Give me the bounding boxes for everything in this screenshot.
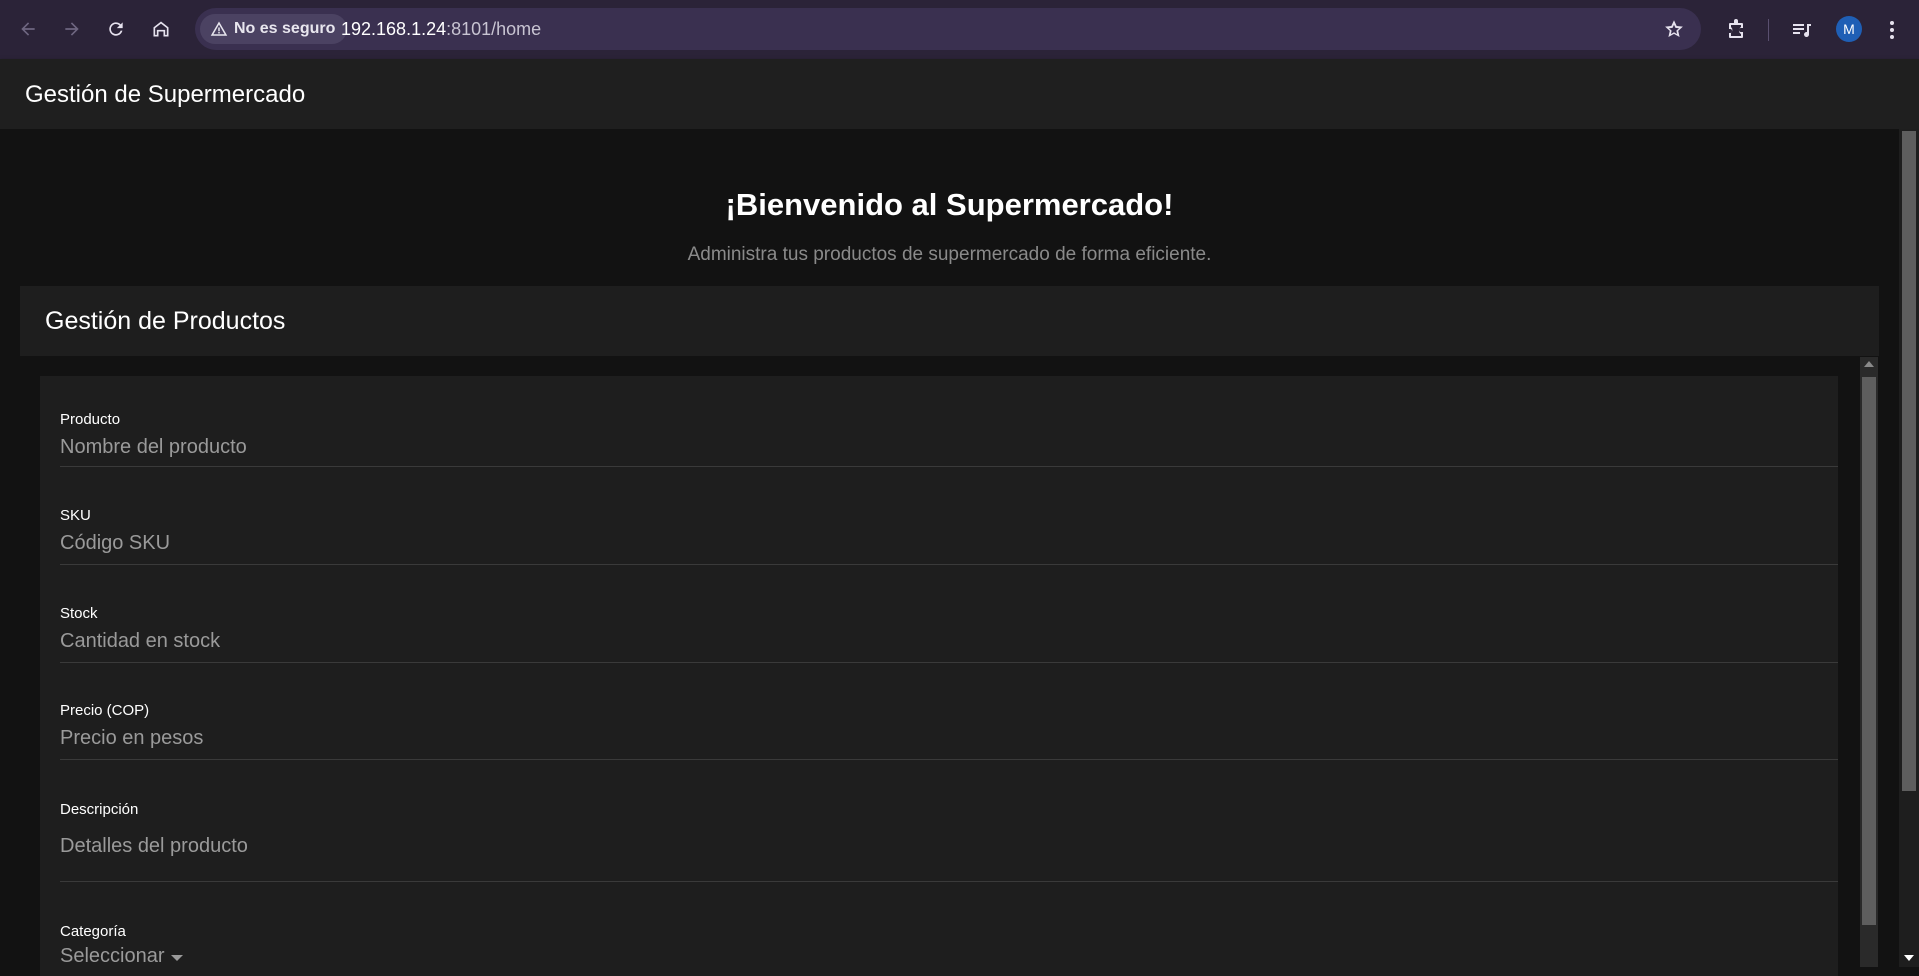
categoria-select[interactable]: Seleccionar: [60, 945, 183, 968]
form-scrollbar-thumb[interactable]: [1862, 377, 1876, 925]
form-scrollbar[interactable]: [1860, 357, 1878, 967]
field-precio: Precio (COP): [60, 663, 1838, 760]
scroll-up-arrow-icon[interactable]: [1864, 361, 1874, 367]
select-value: Seleccionar: [60, 945, 165, 967]
sku-input[interactable]: [60, 530, 1760, 556]
product-form: Producto SKU Stock Precio (COP) Descripc…: [40, 376, 1838, 976]
warning-icon: [210, 21, 228, 36]
extensions-icon[interactable]: [1724, 18, 1748, 42]
bookmark-star-icon[interactable]: [1663, 18, 1685, 40]
producto-input[interactable]: [60, 434, 1760, 460]
field-label: Descripción: [60, 801, 139, 818]
url-text[interactable]: 192.168.1.24:8101/home: [341, 19, 541, 40]
home-button[interactable]: [143, 11, 179, 47]
field-label: Precio (COP): [60, 702, 150, 719]
field-label: SKU: [60, 507, 91, 524]
arrow-right-icon: [65, 22, 79, 36]
browser-toolbar: No es seguro 192.168.1.24:8101/home M: [0, 0, 1919, 59]
arrow-left-icon: [21, 22, 35, 36]
descripcion-input[interactable]: [60, 833, 1760, 859]
app-title: Gestión de Supermercado: [25, 81, 306, 108]
profile-avatar[interactable]: M: [1836, 16, 1862, 42]
welcome-subtitle: Administra tus productos de supermercado…: [687, 244, 1212, 265]
caret-down-icon: [170, 954, 183, 961]
card-title: Gestión de Productos: [45, 307, 286, 335]
more-menu-icon[interactable]: [1880, 18, 1904, 42]
field-label: Stock: [60, 605, 98, 622]
url-host: 192.168.1.24: [341, 19, 447, 39]
back-button[interactable]: [10, 11, 46, 47]
address-bar[interactable]: No es seguro 192.168.1.24:8101/home: [195, 8, 1701, 50]
forward-button[interactable]: [54, 11, 90, 47]
stock-input[interactable]: [60, 628, 1760, 654]
url-path: :8101/home: [446, 19, 542, 39]
products-card-header: Gestión de Productos: [20, 286, 1879, 356]
main-content: ¡Bienvenido al Supermercado! Administra …: [0, 129, 1899, 976]
field-label: Categoría: [60, 923, 126, 940]
field-label: Producto: [60, 411, 121, 428]
page-scrollbar[interactable]: [1899, 129, 1919, 967]
field-producto: Producto: [60, 394, 1838, 467]
field-descripcion: Descripción: [60, 760, 1838, 882]
security-label: No es seguro: [234, 20, 336, 37]
welcome-title: ¡Bienvenido al Supermercado!: [725, 187, 1174, 222]
home-icon: [153, 21, 169, 37]
precio-input[interactable]: [60, 725, 1760, 751]
field-categoria: Categoría Seleccionar: [60, 882, 1838, 976]
field-stock: Stock: [60, 565, 1838, 663]
security-chip[interactable]: No es seguro: [200, 14, 348, 44]
scroll-down-arrow-icon[interactable]: [1904, 955, 1914, 961]
field-sku: SKU: [60, 467, 1838, 565]
app-toolbar: Gestión de Supermercado: [0, 59, 1919, 129]
media-control-icon[interactable]: [1790, 18, 1814, 42]
reload-button[interactable]: [98, 11, 134, 47]
toolbar-divider: [1768, 19, 1769, 41]
reload-icon: [109, 22, 123, 36]
page-scrollbar-thumb[interactable]: [1902, 131, 1916, 791]
